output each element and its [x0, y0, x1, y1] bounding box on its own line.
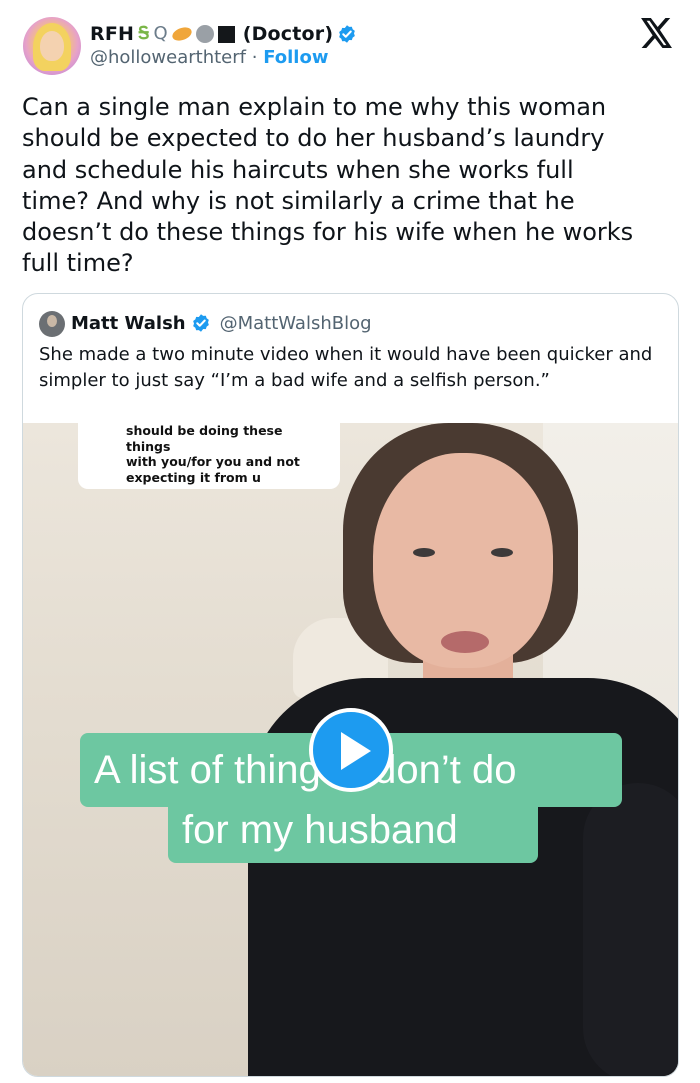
handle-separator: · — [251, 47, 258, 68]
magnifier-icon: Q — [153, 23, 168, 44]
quoted-author-name[interactable]: Matt Walsh — [71, 313, 186, 334]
mouth — [441, 631, 489, 653]
right-eye — [491, 548, 513, 557]
author-name-row[interactable]: RFH Ꭶ Q (Doctor) — [90, 20, 357, 48]
quoted-author-row: Matt Walsh @MattWalshBlog — [71, 310, 372, 336]
saturn-icon — [170, 24, 194, 44]
caption-line-3: expecting it from u — [126, 469, 261, 485]
tweet-text: Can a single man explain to me why this … — [22, 93, 634, 278]
verified-badge-icon — [339, 25, 356, 43]
quoted-author-handle[interactable]: @MattWalshBlog — [220, 313, 372, 334]
author-handle[interactable]: @hollowearthterf — [90, 47, 246, 68]
video-banner-line-2: for my husband — [168, 801, 538, 863]
quoted-tweet[interactable]: Matt Walsh @MattWalshBlog She made a two… — [22, 293, 679, 1077]
author-avatar[interactable] — [23, 17, 81, 75]
play-button[interactable] — [309, 708, 393, 792]
tweet-card: RFH Ꭶ Q (Doctor) @hollowearthterf · Foll… — [0, 0, 700, 1083]
author-handle-row: @hollowearthterf · Follow — [90, 47, 328, 68]
person-face — [373, 453, 553, 668]
caption-line-2: with you/for you and not — [126, 454, 300, 469]
left-eye — [413, 548, 435, 557]
quoted-verified-badge-icon — [192, 314, 209, 332]
moon-icon — [195, 25, 214, 43]
follow-button[interactable]: Follow — [263, 47, 328, 68]
lizard-icon: Ꭶ — [138, 23, 150, 44]
video-thumbnail[interactable]: should be doing these things with you/fo… — [23, 423, 678, 1076]
black-square-icon — [217, 25, 235, 43]
video-caption-bubble: should be doing these things with you/fo… — [78, 423, 340, 489]
play-icon — [341, 732, 371, 770]
author-display-name[interactable]: RFH — [90, 23, 134, 45]
author-name-suffix: (Doctor) — [242, 23, 334, 45]
person-arm — [583, 783, 678, 1076]
x-logo-icon[interactable] — [640, 18, 674, 48]
quoted-tweet-text: She made a two minute video when it woul… — [39, 344, 653, 391]
caption-line-1: should be doing these things — [126, 423, 283, 454]
quoted-author-avatar[interactable] — [39, 311, 65, 337]
